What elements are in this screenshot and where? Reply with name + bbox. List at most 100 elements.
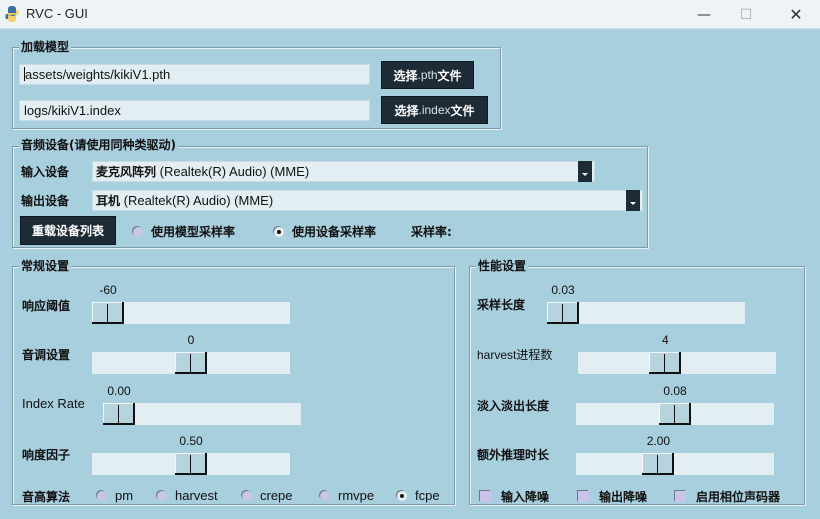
extra-inference-time-slider[interactable]: 2.00	[576, 434, 774, 475]
index-path-value: logs/kikiV1.index	[24, 103, 121, 118]
checkbox-unchecked-icon	[578, 491, 589, 502]
input-denoise-label: 输入降噪	[501, 490, 550, 504]
select-index-button[interactable]: 选择 .index 文件	[381, 96, 488, 124]
input-device-value-en: (Realtek(R) Audio) (MME)	[156, 164, 310, 179]
pitch-algo-crepe-radio[interactable]: crepe	[242, 488, 293, 503]
radio-unselected-icon	[320, 490, 330, 501]
pitch-setting-value: 0	[187, 333, 195, 347]
title-bar: RVC - GUI — ☐ ✕	[0, 0, 820, 29]
checkbox-unchecked-icon	[480, 491, 491, 502]
pitch-algo-pm-radio[interactable]: pm	[97, 488, 133, 503]
slider-thumb[interactable]	[92, 302, 124, 324]
sample-length-slider[interactable]: 0.03	[547, 283, 745, 324]
extra-inference-time-label: 额外推理时长	[477, 448, 550, 462]
crossfade-length-label: 淡入淡出长度	[477, 399, 550, 413]
slider-thumb[interactable]	[659, 403, 691, 425]
phase-vocoder-checkbox[interactable]: 启用相位声码器	[675, 488, 780, 505]
radio-unselected-icon	[97, 490, 107, 501]
select-index-label-ext: .index	[418, 103, 451, 117]
use-device-sr-radio[interactable]: 使用设备采样率	[274, 223, 376, 240]
loudness-factor-value: 0.50	[179, 434, 203, 448]
slider-thumb[interactable]	[649, 352, 682, 374]
crossfade-length-slider[interactable]: 0.08	[576, 384, 774, 425]
use-model-sr-radio[interactable]: 使用模型采样率	[133, 223, 235, 240]
input-device-label: 输入设备	[21, 165, 70, 179]
index-rate-slider[interactable]: 0.00	[103, 384, 301, 425]
select-index-label-post: 文件	[450, 103, 475, 118]
output-device-value-cn: 耳机	[96, 194, 121, 208]
audio-device-frame-label: 音频设备(请使用同种类驱动)	[19, 137, 178, 153]
index-rate-value: 0.00	[107, 384, 131, 398]
window-title: RVC - GUI	[26, 6, 88, 21]
radio-selected-icon	[397, 490, 407, 501]
use-device-sr-label: 使用设备采样率	[292, 225, 377, 239]
minimize-button[interactable]: —	[681, 0, 727, 29]
phase-vocoder-label: 启用相位声码器	[696, 490, 781, 504]
extra-inference-time-value: 2.00	[646, 434, 671, 448]
dropdown-arrow-icon[interactable]	[626, 190, 640, 211]
maximize-button[interactable]: ☐	[723, 0, 769, 29]
loudness-factor-slider[interactable]: 0.50	[92, 434, 290, 475]
pitch-algo-fcpe-label: fcpe	[415, 488, 440, 503]
pitch-setting-slider[interactable]: 0	[92, 333, 290, 374]
reload-devices-button[interactable]: 重载设备列表	[20, 216, 116, 245]
select-pth-button[interactable]: 选择 .pth 文件	[381, 61, 474, 89]
index-rate-label: Index Rate	[22, 396, 85, 411]
output-device-value-en: (Realtek(R) Audio) (MME)	[120, 193, 274, 208]
sample-rate-label: 采样率:	[411, 225, 452, 239]
maximize-icon: ☐	[739, 6, 753, 23]
use-model-sr-label: 使用模型采样率	[151, 225, 236, 239]
pitch-setting-label: 音调设置	[22, 348, 71, 362]
close-icon: ✕	[789, 5, 803, 24]
slider-thumb[interactable]	[642, 453, 675, 475]
select-pth-label-pre: 选择	[393, 68, 418, 83]
radio-unselected-icon	[242, 490, 252, 501]
python-logo-icon	[5, 6, 19, 22]
loudness-factor-label: 响度因子	[22, 448, 71, 462]
slider-thumb[interactable]	[175, 453, 207, 475]
crossfade-length-value: 0.08	[663, 384, 687, 398]
harvest-processes-value: 4	[662, 333, 669, 347]
sample-length-value: 0.03	[551, 283, 575, 297]
slider-thumb[interactable]	[175, 352, 207, 374]
pitch-algo-rmvpe-radio[interactable]: rmvpe	[320, 488, 374, 503]
radio-selected-icon	[274, 226, 284, 237]
select-index-label-pre: 选择	[394, 103, 419, 118]
checkbox-unchecked-icon	[675, 491, 686, 502]
output-denoise-checkbox[interactable]: 输出降噪	[578, 488, 647, 505]
response-threshold-label: 响应阈值	[22, 299, 71, 313]
input-device-value-cn: 麦克风阵列	[96, 165, 157, 179]
input-denoise-checkbox[interactable]: 输入降噪	[480, 488, 549, 505]
response-threshold-value: -60	[99, 283, 117, 297]
radio-unselected-icon	[133, 226, 143, 237]
pitch-algo-fcpe-radio[interactable]: fcpe	[397, 488, 440, 503]
select-pth-label-post: 文件	[437, 68, 462, 83]
load-model-frame-label: 加载模型	[19, 39, 72, 55]
radio-unselected-icon	[157, 490, 167, 501]
dropdown-arrow-icon[interactable]	[578, 161, 592, 182]
performance-settings-frame-label: 性能设置	[476, 258, 529, 274]
output-device-select[interactable]: 耳机 (Realtek(R) Audio) (MME)	[92, 190, 643, 211]
slider-thumb[interactable]	[547, 302, 579, 324]
index-path-input[interactable]: logs/kikiV1.index	[19, 100, 370, 121]
pth-path-value: assets/weights/kikiV1.pth	[25, 67, 171, 82]
sample-length-label: 采样长度	[477, 298, 526, 312]
select-pth-label-ext: .pth	[417, 68, 438, 82]
minimize-icon: —	[697, 6, 711, 23]
pitch-algo-harvest-label: harvest	[175, 488, 218, 503]
harvest-processes-slider[interactable]: 4	[578, 333, 776, 374]
pitch-algorithm-label: 音高算法	[22, 490, 71, 504]
pth-path-input[interactable]: assets/weights/kikiV1.pth	[19, 64, 370, 85]
output-device-label: 输出设备	[21, 194, 70, 208]
slider-thumb[interactable]	[103, 403, 135, 425]
output-denoise-label: 输出降噪	[599, 490, 648, 504]
input-device-select[interactable]: 麦克风阵列 (Realtek(R) Audio) (MME)	[92, 161, 595, 182]
close-button[interactable]: ✕	[773, 0, 819, 29]
pitch-algo-harvest-radio[interactable]: harvest	[157, 488, 218, 503]
response-threshold-slider[interactable]: -60	[92, 283, 290, 324]
general-settings-frame-label: 常规设置	[19, 258, 72, 274]
pitch-algo-rmvpe-label: rmvpe	[338, 488, 375, 503]
reload-devices-label: 重载设备列表	[31, 224, 104, 238]
pitch-algo-pm-label: pm	[115, 488, 134, 503]
pitch-algo-crepe-label: crepe	[260, 488, 293, 503]
